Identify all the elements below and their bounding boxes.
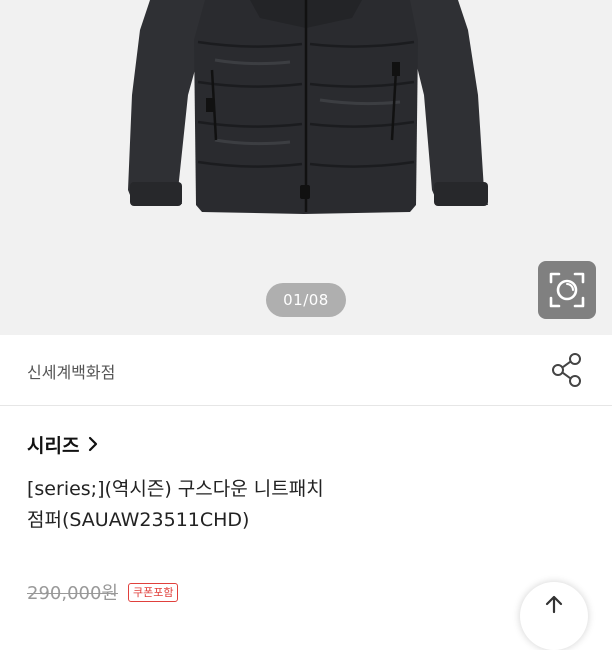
product-title-line-1: [series;](역시즌) 구스다운 니트패치 [27, 478, 324, 500]
price-row: 290,000원 쿠폰포함 [27, 578, 179, 606]
share-icon [552, 353, 581, 387]
scroll-top-button[interactable] [520, 582, 588, 650]
store-row: 신세계백화점 [0, 335, 612, 406]
share-button[interactable] [550, 352, 584, 388]
arrow-up-icon [545, 595, 563, 614]
chevron-right-icon [89, 436, 98, 452]
product-image-gallery[interactable]: 01/08 [0, 0, 612, 335]
original-price: 290,000원 [27, 583, 118, 604]
coupon-badge: 쿠폰포함 [128, 582, 179, 602]
image-counter: 01/08 [266, 283, 346, 317]
product-title-line-2: 점퍼(SAUAW23511CHD) [27, 509, 250, 531]
image-search-button[interactable] [538, 261, 596, 319]
brand-link[interactable]: 시리즈 [27, 430, 99, 458]
product-title: [series;](역시즌) 구스다운 니트패치 점퍼(SAUAW23511CH… [27, 474, 547, 536]
brand-name: 시리즈 [27, 434, 80, 457]
camera-lens-icon [549, 272, 585, 308]
store-name[interactable]: 신세계백화점 [27, 359, 115, 383]
